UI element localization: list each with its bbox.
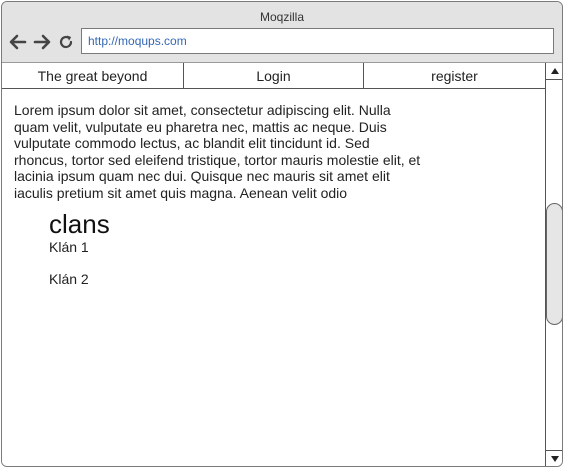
reload-button[interactable] xyxy=(56,31,76,53)
scroll-down-button[interactable] xyxy=(546,450,562,466)
scroll-thumb[interactable] xyxy=(546,203,562,325)
scroll-up-button[interactable] xyxy=(546,63,562,80)
clan-item-2[interactable]: Klán 2 xyxy=(49,271,89,287)
page-viewport: The great beyond Login register Lorem ip… xyxy=(2,63,545,466)
browser-chrome: Moqzilla http://moqups.com xyxy=(2,2,562,63)
triangle-down-icon xyxy=(551,456,559,462)
back-button[interactable] xyxy=(8,31,28,53)
lorem-paragraph: Lorem ipsum dolor sit amet, consectetur … xyxy=(14,102,421,201)
top-nav: The great beyond Login register xyxy=(2,63,545,89)
browser-window: Moqzilla http://moqups.com The great bey… xyxy=(1,1,563,467)
forward-button[interactable] xyxy=(32,31,52,53)
window-title: Moqzilla xyxy=(259,10,304,24)
arrow-left-icon xyxy=(9,34,27,50)
nav-item-register[interactable]: register xyxy=(364,63,545,88)
nav-item-login[interactable]: Login xyxy=(184,63,364,88)
url-input[interactable]: http://moqups.com xyxy=(81,28,554,54)
nav-item-the-great-beyond[interactable]: The great beyond xyxy=(2,63,184,88)
reload-icon xyxy=(59,35,73,49)
clans-heading: clans xyxy=(49,209,110,239)
arrow-right-icon xyxy=(33,34,51,50)
vertical-scrollbar[interactable] xyxy=(545,63,562,466)
triangle-up-icon xyxy=(551,68,559,74)
clan-item-1[interactable]: Klán 1 xyxy=(49,239,89,255)
